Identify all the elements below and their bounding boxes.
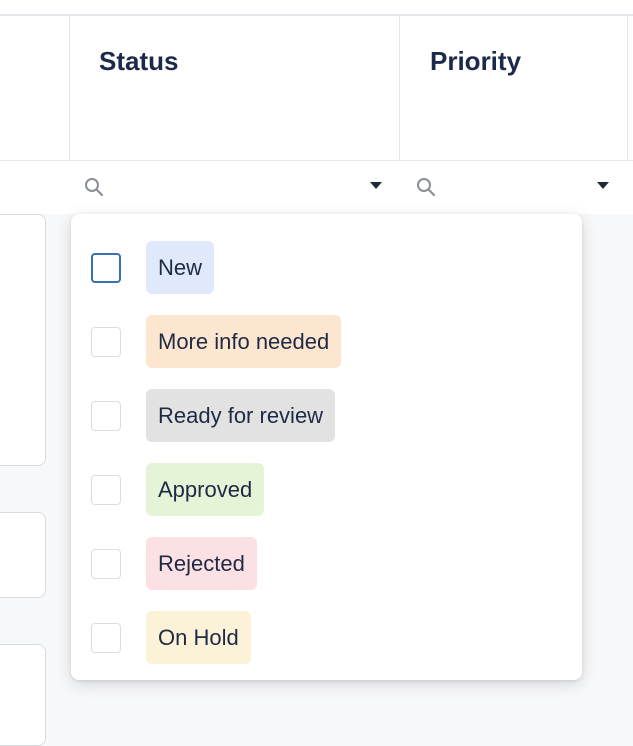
priority-column-header[interactable]: Priority [430, 46, 521, 77]
search-icon[interactable] [83, 176, 105, 198]
status-option-label: New [146, 241, 215, 294]
status-option-label: Rejected [146, 537, 257, 590]
status-option-checkbox[interactable] [91, 401, 121, 431]
status-option-label: On Hold [146, 611, 251, 664]
status-option-checkbox[interactable] [91, 623, 121, 653]
status-option-label: More info needed [146, 315, 342, 368]
grid-top-edge [0, 0, 633, 16]
status-filter-dropdown[interactable]: New More info needed Ready for review Appro… [71, 214, 582, 680]
status-option-checkbox[interactable] [91, 549, 121, 579]
status-option[interactable]: New [71, 241, 582, 297]
caret-down-icon[interactable] [597, 182, 609, 189]
row-cell[interactable] [0, 214, 46, 466]
status-option-checkbox[interactable] [91, 475, 121, 505]
status-option[interactable]: Ready for review [71, 389, 582, 445]
header-row [0, 16, 633, 161]
status-option-checkbox[interactable] [91, 253, 121, 283]
status-column-header[interactable]: Status [99, 46, 178, 77]
status-option-label: Approved [146, 463, 265, 516]
status-option[interactable]: On Hold [71, 611, 582, 667]
status-option[interactable]: Rejected [71, 537, 582, 593]
status-option-checkbox[interactable] [91, 327, 121, 357]
row-cell[interactable] [0, 644, 46, 746]
status-option[interactable]: Approved [71, 463, 582, 519]
search-icon[interactable] [415, 176, 437, 198]
status-option-label: Ready for review [146, 389, 336, 442]
caret-down-icon[interactable] [370, 182, 382, 189]
row-cell[interactable] [0, 512, 46, 598]
status-option[interactable]: More info needed [71, 315, 582, 371]
